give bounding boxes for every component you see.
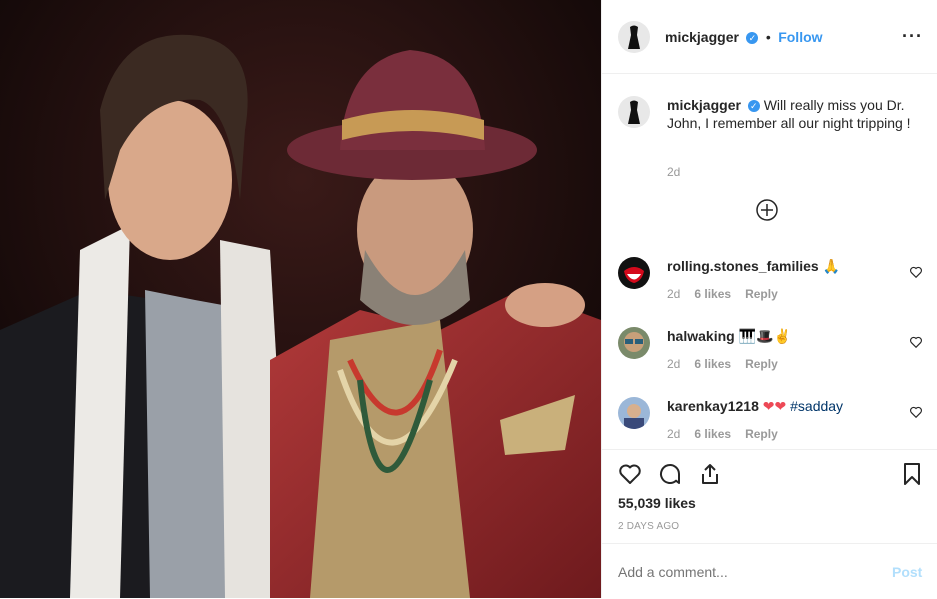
commenter-avatar[interactable] (618, 257, 650, 289)
header-user-row: mickjagger ✓ • Follow (665, 29, 823, 47)
bookmark-icon[interactable] (900, 462, 924, 486)
caption-username[interactable]: mickjagger (667, 97, 741, 113)
post-side-panel: mickjagger ✓ • Follow ··· mickjagger ✓ W… (601, 0, 937, 598)
username-link[interactable]: mickjagger (665, 29, 739, 45)
comment-input[interactable] (618, 562, 868, 582)
comment-item: halwaking 🎹🎩✌ 2d 6 likes Reply (618, 327, 923, 397)
like-heart-icon[interactable] (618, 462, 642, 486)
comment-time[interactable]: 2d (667, 287, 680, 301)
likes-count[interactable]: 55,039 likes (618, 495, 696, 511)
reply-button[interactable]: Reply (745, 357, 778, 371)
reply-button[interactable]: Reply (745, 287, 778, 301)
post-photo[interactable] (0, 0, 601, 598)
add-comment-bar: Post (602, 543, 937, 599)
plus-circle-icon[interactable] (756, 199, 778, 221)
verified-badge-icon: ✓ (747, 100, 760, 113)
share-icon[interactable] (698, 462, 722, 486)
reply-button[interactable]: Reply (745, 427, 778, 441)
caption: mickjagger ✓ Will really miss you Dr. Jo… (667, 96, 917, 132)
comment-like-heart-icon[interactable] (909, 335, 923, 349)
comment-username[interactable]: rolling.stones_families (667, 258, 819, 274)
comment-bubble-icon[interactable] (658, 462, 682, 486)
avatar[interactable] (618, 21, 650, 53)
post-header: mickjagger ✓ • Follow ··· (602, 0, 937, 74)
caption-time[interactable]: 2d (667, 165, 680, 179)
commenter-avatar[interactable] (618, 397, 650, 429)
comment-text: ❤❤ (762, 398, 787, 414)
post-comment-button[interactable]: Post (892, 564, 922, 580)
comment-like-heart-icon[interactable] (909, 405, 923, 419)
comment-username[interactable]: karenkay1218 (667, 398, 759, 414)
comment-text: 🙏 (822, 258, 841, 274)
caption-avatar[interactable] (618, 96, 650, 128)
comment-username[interactable]: halwaking (667, 328, 735, 344)
comment-like-heart-icon[interactable] (909, 265, 923, 279)
hashtag-link[interactable]: #sadday (790, 398, 843, 414)
comment-text: 🎹🎩✌ (738, 328, 791, 344)
comment-likes[interactable]: 6 likes (694, 357, 731, 371)
comment-likes[interactable]: 6 likes (694, 427, 731, 441)
post-date[interactable]: 2 DAYS AGO (618, 521, 679, 532)
comment-time[interactable]: 2d (667, 427, 680, 441)
post-actions: 55,039 likes 2 DAYS AGO (602, 449, 937, 543)
separator-dot: • (765, 29, 771, 45)
follow-button[interactable]: Follow (778, 29, 822, 45)
comment-time[interactable]: 2d (667, 357, 680, 371)
comment-likes[interactable]: 6 likes (694, 287, 731, 301)
verified-badge-icon: ✓ (746, 31, 759, 44)
more-options-icon[interactable]: ··· (902, 26, 923, 47)
commenter-avatar[interactable] (618, 327, 650, 359)
comment-item: rolling.stones_families 🙏 2d 6 likes Reply (618, 257, 923, 327)
